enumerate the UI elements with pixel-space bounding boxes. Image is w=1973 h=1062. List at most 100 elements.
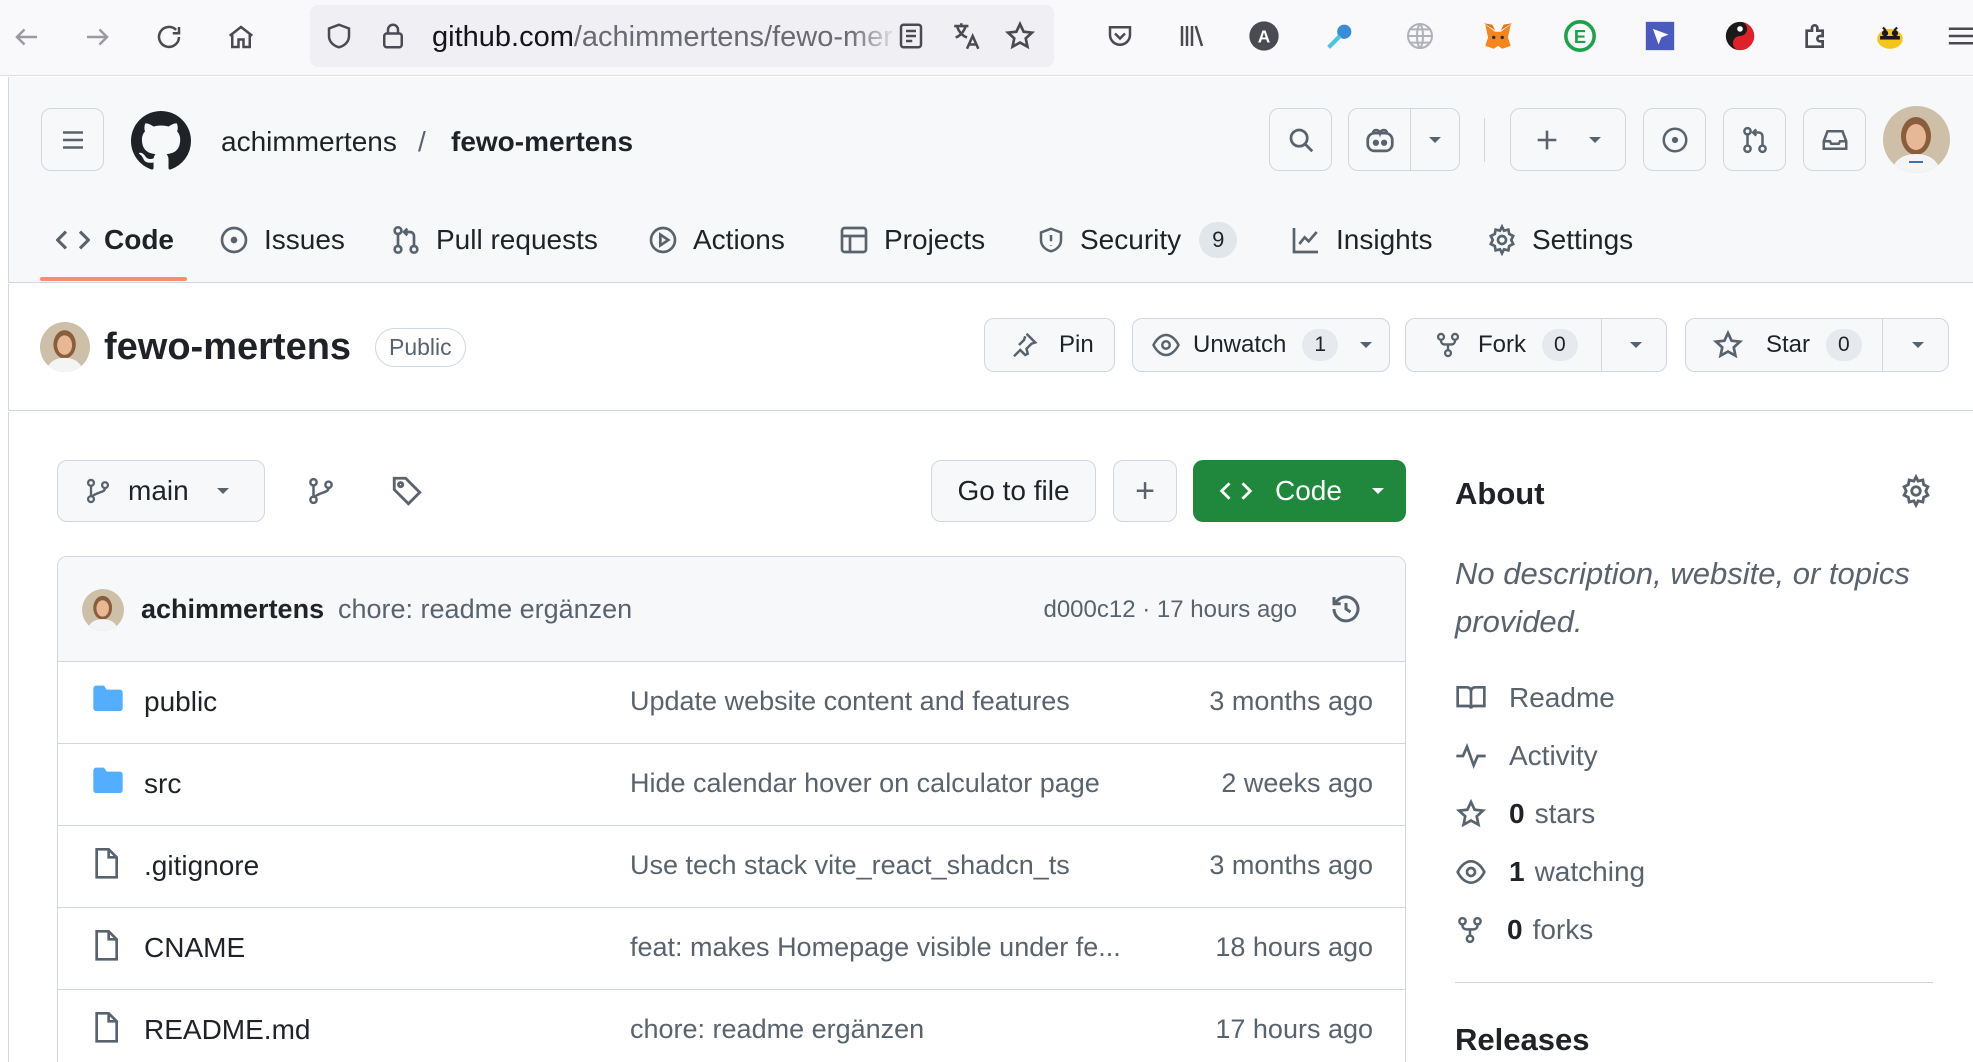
library-icon[interactable] <box>1172 16 1212 56</box>
code-icon <box>1219 482 1253 500</box>
hamburger-menu-button[interactable] <box>41 108 104 171</box>
copilot-button[interactable] <box>1348 108 1460 171</box>
fork-label: Fork <box>1478 331 1526 358</box>
file-commit-message[interactable]: Hide calendar hover on calculator page <box>630 768 1100 799</box>
menu-icon[interactable] <box>1944 16 1973 56</box>
commit-author[interactable]: achimmertens <box>141 594 324 625</box>
tab-pull-requests-label: Pull requests <box>436 224 598 255</box>
cursor-extension-icon[interactable] <box>1640 16 1680 56</box>
file-date: 2 weeks ago <box>1221 768 1373 798</box>
eye-icon <box>1456 859 1486 885</box>
file-commit-message[interactable]: chore: readme ergänzen <box>630 1014 924 1045</box>
add-file-button[interactable]: + <box>1113 460 1177 522</box>
file-date: 3 months ago <box>1209 850 1373 880</box>
tracking-shield-icon[interactable] <box>324 21 354 51</box>
file-commit-message[interactable]: Use tech stack vite_react_shadcn_ts <box>630 850 1070 881</box>
tab-pull-requests[interactable]: Pull requests <box>390 215 598 265</box>
globe-extension-icon[interactable] <box>1400 16 1440 56</box>
table-row[interactable]: CNAME feat: makes Homepage visible under… <box>58 908 1405 990</box>
issues-button[interactable] <box>1643 108 1706 171</box>
unwatch-button[interactable]: Unwatch 1 <box>1132 318 1390 372</box>
forward-icon[interactable] <box>74 14 120 60</box>
create-new-button[interactable] <box>1510 108 1626 171</box>
visibility-badge: Public <box>375 328 466 367</box>
breadcrumb-owner[interactable]: achimmertens <box>221 126 397 158</box>
extension-key-icon[interactable] <box>1320 16 1360 56</box>
header-divider <box>1484 118 1485 162</box>
tab-insights[interactable]: Insights <box>1290 215 1433 265</box>
home-icon[interactable] <box>218 14 264 60</box>
gear-icon[interactable] <box>1899 474 1933 508</box>
tab-actions[interactable]: Actions <box>647 215 785 265</box>
file-name[interactable]: README.md <box>144 1014 310 1046</box>
file-name[interactable]: .gitignore <box>144 850 259 882</box>
star-button[interactable]: Star 0 <box>1685 318 1949 372</box>
code-button[interactable]: Code <box>1193 460 1406 522</box>
latest-commit-row: achimmertens chore: readme ergänzen d000… <box>58 557 1405 662</box>
table-row[interactable]: README.md chore: readme ergänzen 17 hour… <box>58 990 1405 1062</box>
forks-label: forks <box>1532 914 1594 945</box>
table-row[interactable]: src Hide calendar hover on calculator pa… <box>58 744 1405 826</box>
chevron-down-icon[interactable] <box>1411 135 1459 145</box>
pin-button[interactable]: Pin <box>984 318 1115 372</box>
branch-selector[interactable]: main <box>57 460 265 522</box>
readme-label: Readme <box>1509 682 1615 713</box>
commit-author-avatar[interactable] <box>82 589 124 631</box>
inbox-button[interactable] <box>1803 108 1866 171</box>
breadcrumb-repo[interactable]: fewo-mertens <box>451 126 633 158</box>
tab-projects[interactable]: Projects <box>838 215 985 265</box>
pocket-icon[interactable] <box>1100 16 1140 56</box>
translate-icon[interactable] <box>950 19 984 53</box>
about-activity-link[interactable]: Activity <box>1455 736 1598 776</box>
chevron-down-icon[interactable] <box>1910 340 1926 350</box>
tab-code[interactable]: Code <box>56 215 174 265</box>
pin-icon <box>1013 332 1038 358</box>
file-date: 3 months ago <box>1209 686 1373 716</box>
tags-icon[interactable] <box>390 474 424 508</box>
reader-view-icon[interactable] <box>896 21 926 51</box>
chevron-down-icon[interactable] <box>1628 340 1644 350</box>
about-stars-link[interactable]: 0 stars <box>1455 794 1595 834</box>
url-bar[interactable]: github.com/achimmertens/fewo-mer <box>310 5 1054 67</box>
extensions-puzzle-icon[interactable] <box>1796 16 1836 56</box>
file-commit-message[interactable]: Update website content and features <box>630 686 1070 717</box>
user-avatar[interactable] <box>1883 106 1950 173</box>
file-name[interactable]: public <box>144 686 217 718</box>
metamask-icon[interactable] <box>1478 16 1518 56</box>
bookmark-star-icon[interactable] <box>1004 20 1036 52</box>
back-icon[interactable] <box>4 14 50 60</box>
about-readme-link[interactable]: Readme <box>1455 678 1615 718</box>
file-name[interactable]: src <box>144 768 181 800</box>
pull-requests-button[interactable] <box>1723 108 1786 171</box>
rocket-extension-icon[interactable] <box>1720 16 1760 56</box>
repo-name[interactable]: fewo-mertens <box>104 326 351 369</box>
commit-message[interactable]: chore: readme ergänzen <box>338 594 632 625</box>
copilot-icon <box>1349 125 1410 155</box>
about-forks-link[interactable]: 0 forks <box>1455 910 1593 950</box>
branch-name: main <box>128 475 189 506</box>
file-commit-message[interactable]: feat: makes Homepage visible under fe... <box>630 932 1121 963</box>
releases-heading[interactable]: Releases <box>1455 1022 1589 1058</box>
commit-meta[interactable]: d000c12 · 17 hours ago <box>1043 596 1297 624</box>
tab-security[interactable]: Security 9 <box>1036 215 1238 265</box>
shield-icon <box>1039 227 1063 253</box>
bee-extension-icon[interactable] <box>1870 16 1910 56</box>
branches-icon[interactable] <box>306 474 336 508</box>
owner-avatar[interactable] <box>40 322 90 372</box>
evernote-extension-icon[interactable]: E <box>1560 16 1600 56</box>
lock-icon[interactable] <box>378 20 408 52</box>
file-name[interactable]: CNAME <box>144 932 245 964</box>
github-logo-icon[interactable] <box>131 111 191 171</box>
tab-settings[interactable]: Settings <box>1486 215 1633 265</box>
reload-icon[interactable] <box>146 14 192 60</box>
tab-issues[interactable]: Issues <box>218 215 345 265</box>
search-button[interactable] <box>1269 108 1332 171</box>
about-watching-link[interactable]: 1 watching <box>1455 852 1645 892</box>
table-row[interactable]: public Update website content and featur… <box>58 662 1405 744</box>
fork-button[interactable]: Fork 0 <box>1405 318 1667 372</box>
history-icon[interactable] <box>1328 591 1364 627</box>
eye-icon <box>1152 333 1180 357</box>
go-to-file-button[interactable]: Go to file <box>931 460 1096 522</box>
table-row[interactable]: .gitignore Use tech stack vite_react_sha… <box>58 826 1405 908</box>
account-icon[interactable]: A <box>1244 16 1284 56</box>
